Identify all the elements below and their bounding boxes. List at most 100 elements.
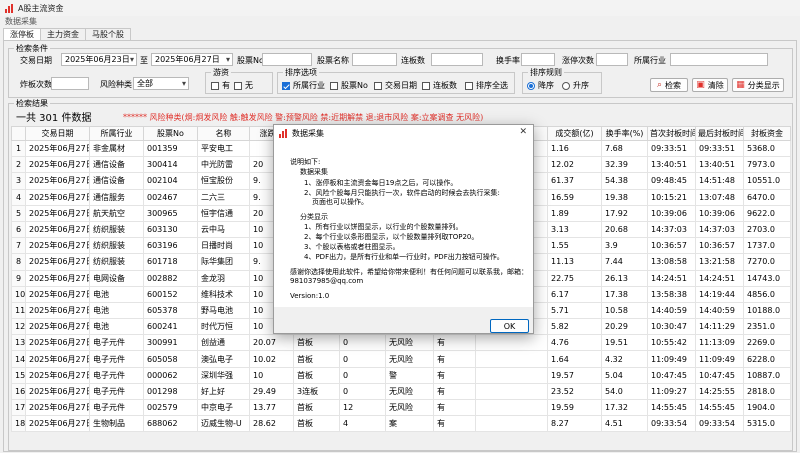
sort-code-checkbox[interactable]: 股票No [330, 80, 368, 91]
table-cell: 无风险 [385, 398, 434, 417]
table-cell: 6.17 [547, 285, 602, 303]
column-header[interactable]: 所属行业 [89, 126, 144, 141]
row-number: 7 [11, 237, 26, 255]
column-header[interactable]: 换手率(%) [601, 126, 648, 141]
table-cell: 17.92 [601, 204, 648, 222]
table-cell: 纺织服装 [89, 253, 144, 271]
table-cell: 生物制品 [89, 415, 144, 433]
table-cell: 16.59 [547, 188, 602, 206]
table-cell: 7270.0 [743, 253, 791, 271]
clear-button[interactable]: ▣ 清除 [692, 78, 728, 92]
table-row[interactable]: 15 2025年06月27日 电子元件 000062 深圳华强 10 首板 0 警有 19.57 5… [11, 366, 791, 384]
table-cell: 20.07 [249, 334, 294, 352]
close-icon[interactable]: ✕ [519, 127, 527, 137]
ok-button[interactable]: OK [490, 319, 529, 333]
sort-board-text: 连板数 [433, 81, 457, 90]
table-cell: 601718 [143, 253, 198, 271]
game-yes-checkbox[interactable]: 有 [211, 80, 230, 91]
table-cell: 无风险 [385, 334, 434, 352]
row-number: 10 [11, 285, 26, 303]
game-no-checkbox[interactable]: 无 [234, 80, 253, 91]
column-header[interactable]: 交易日期 [25, 126, 90, 141]
table-cell: 28.62 [249, 415, 294, 433]
classify-button[interactable]: ▦ 分类显示 [732, 78, 784, 92]
table-cell: 603130 [143, 220, 198, 239]
table-cell: 2025年06月27日 [25, 285, 90, 303]
column-header[interactable]: 成交额(亿) [547, 126, 602, 141]
date-from-picker[interactable]: 2025年06月23日 [61, 53, 137, 66]
blast-count-input[interactable] [51, 77, 89, 90]
table-cell: 09:33:54 [647, 415, 696, 433]
table-cell [475, 334, 548, 352]
result-count: 一共 301 件数据 [16, 113, 92, 124]
column-header[interactable]: 最后封板时间 [695, 126, 744, 141]
column-header[interactable]: 首次封板时间 [647, 126, 696, 141]
sort-board-checkbox[interactable]: 连板数 [422, 80, 457, 91]
row-number: 17 [11, 398, 26, 417]
table-cell [475, 350, 548, 368]
search-button[interactable]: ⌕ 检索 [650, 78, 688, 92]
name-input[interactable] [352, 53, 397, 66]
table-cell: 有 [433, 398, 476, 417]
tab-malaysia-stock[interactable]: 马股个股 [85, 28, 131, 40]
limitup-count-input[interactable] [596, 53, 628, 66]
table-cell: 9622.0 [743, 204, 791, 222]
table-cell: 首板 [293, 398, 340, 417]
table-cell: 10 [249, 366, 294, 384]
search-icon: ⌕ [656, 79, 663, 90]
table-cell: 4.76 [547, 334, 602, 352]
row-number: 1 [11, 139, 26, 158]
row-number: 16 [11, 382, 26, 401]
table-row[interactable]: 16 2025年06月27日 电子元件 001298 好上好 29.49 3连板 0 无风险有 2… [11, 382, 791, 401]
column-header[interactable]: 股票No [143, 126, 198, 141]
risk-type-select[interactable]: 全部 [133, 77, 189, 90]
column-header[interactable]: 名称 [197, 126, 250, 141]
table-cell: 0 [339, 366, 386, 384]
date-to-picker[interactable]: 2025年06月27日 [151, 53, 233, 66]
table-cell: 好上好 [197, 382, 250, 401]
sort-rule-label: 排序规则 [528, 67, 564, 78]
tab-main-funds[interactable]: 主力资金 [40, 28, 86, 40]
table-cell: 航天航空 [89, 204, 144, 222]
table-cell: 14:19:44 [695, 285, 744, 303]
table-row[interactable]: 13 2025年06月27日 电子元件 300991 创益通 20.07 首板 0 无风险有 4.… [11, 334, 791, 352]
checkbox-box [374, 81, 382, 90]
industry-input[interactable] [670, 53, 768, 66]
sort-industry-checkbox[interactable]: 所属行业 [282, 80, 325, 91]
table-cell: 10.02 [249, 350, 294, 368]
column-header[interactable]: 封板资金 [743, 126, 791, 141]
table-cell: 首板 [293, 366, 340, 384]
table-cell: 11:13:09 [695, 334, 744, 352]
table-cell: 中京电子 [197, 398, 250, 417]
sort-date-checkbox[interactable]: 交易日期 [374, 80, 417, 91]
turnover-input[interactable] [521, 53, 555, 66]
board-input[interactable] [431, 53, 483, 66]
checkbox-checked [282, 81, 290, 90]
table-cell: 13:21:58 [695, 253, 744, 271]
sort-all-checkbox[interactable]: 排序全选 [465, 80, 508, 91]
column-header[interactable] [11, 126, 26, 141]
table-cell: 1.64 [547, 350, 602, 368]
table-row[interactable]: 14 2025年06月27日 电子元件 605058 澳弘电子 10.02 首板 0 无风险有 1… [11, 350, 791, 368]
table-cell: 有 [433, 350, 476, 368]
row-number: 5 [11, 204, 26, 222]
table-cell [475, 415, 548, 433]
table-cell: 有 [433, 382, 476, 401]
table-cell: 14:40:59 [695, 301, 744, 320]
table-cell: 5368.0 [743, 139, 791, 158]
table-row[interactable]: 18 2025年06月27日 生物制品 688062 迈威生物-U 28.62 首板 4 案有 8… [11, 415, 791, 433]
table-cell: 1904.0 [743, 398, 791, 417]
table-cell: 2025年06月27日 [25, 253, 90, 271]
table-cell: 10:55:42 [647, 334, 696, 352]
table-cell: 2025年06月27日 [25, 366, 90, 384]
table-cell: 7.44 [601, 253, 648, 271]
sort-asc-radio[interactable]: 升序 [562, 80, 589, 91]
menu-data-collection[interactable]: 数据采集 [0, 16, 800, 28]
table-cell: 电子元件 [89, 366, 144, 384]
table-cell: 日播时尚 [197, 237, 250, 255]
code-input[interactable] [262, 53, 312, 66]
dialog-title: 数据采集 [292, 128, 324, 138]
table-cell: 深圳华强 [197, 366, 250, 384]
sort-desc-radio[interactable]: 降序 [527, 80, 554, 91]
table-row[interactable]: 17 2025年06月27日 电子元件 002579 中京电子 13.77 首板 12 无风险有… [11, 398, 791, 417]
